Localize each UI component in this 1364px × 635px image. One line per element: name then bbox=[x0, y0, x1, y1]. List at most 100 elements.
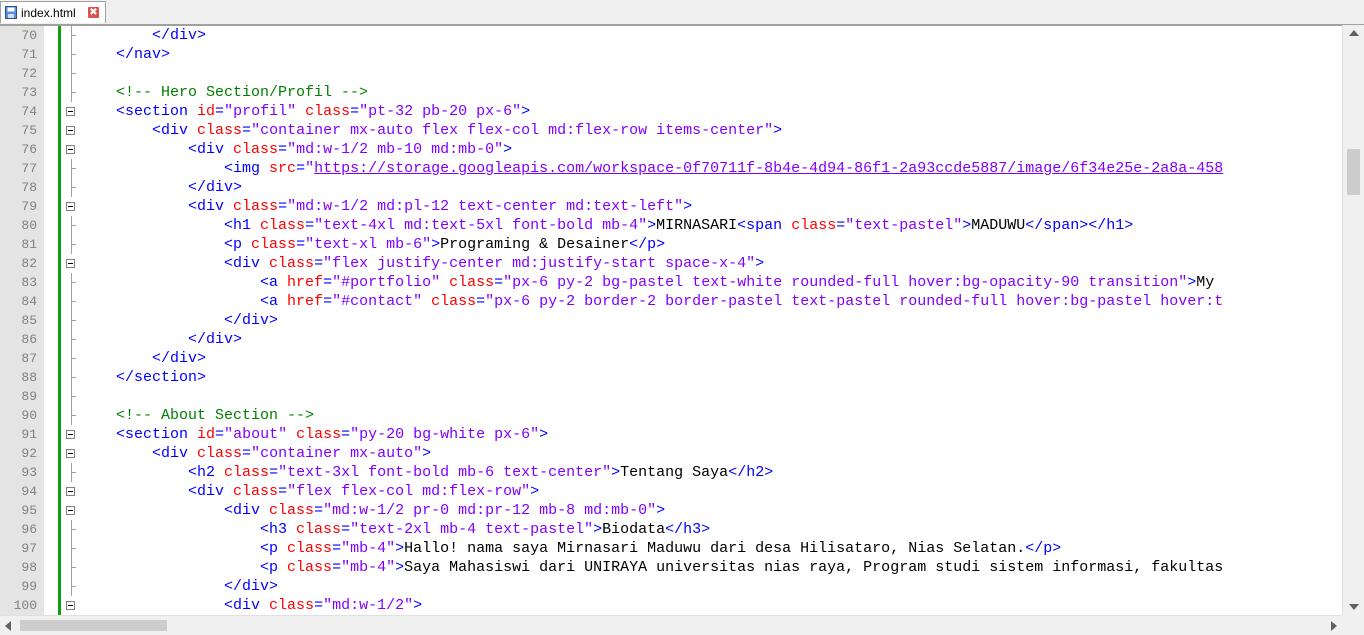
code-line[interactable]: </div> bbox=[80, 330, 242, 349]
code-line[interactable]: <div class="md:w-1/2 md:pl-12 text-cente… bbox=[80, 197, 692, 216]
code-line[interactable]: <div class="container mx-auto"> bbox=[80, 444, 431, 463]
line-number: 80 bbox=[21, 218, 37, 233]
code-line[interactable]: </div> bbox=[80, 178, 242, 197]
code-token: href bbox=[287, 293, 324, 310]
code-token: <p bbox=[260, 540, 288, 557]
code-line[interactable]: </div> bbox=[80, 349, 206, 368]
line-number: 96 bbox=[21, 522, 37, 537]
code-token: "md:w-1/2 md:pl-12 text-center md:text-l… bbox=[287, 198, 684, 215]
code-token: class bbox=[233, 141, 279, 158]
code-token: "px-6 py-2 border-2 border-pastel text-p… bbox=[485, 293, 1224, 310]
code-line[interactable]: <div class="flex flex-col md:flex-row"> bbox=[80, 482, 539, 501]
code-line[interactable]: <p class="mb-4">Saya Mahasiswi dari UNIR… bbox=[80, 558, 1223, 577]
vertical-scroll-thumb[interactable] bbox=[1347, 149, 1360, 195]
horizontal-scrollbar[interactable] bbox=[0, 615, 1364, 635]
code-line[interactable]: <p class="text-xl mb-6">Programing & Des… bbox=[80, 235, 665, 254]
line-number: 100 bbox=[13, 598, 37, 613]
scroll-left-icon[interactable] bbox=[5, 621, 11, 631]
fold-guide-tick bbox=[71, 567, 76, 568]
tab-index-html[interactable]: index.html ✖ bbox=[0, 1, 106, 23]
horizontal-scroll-thumb[interactable] bbox=[20, 620, 167, 631]
code-line[interactable]: <img src="https://storage.googleapis.com… bbox=[80, 159, 1223, 178]
fold-guide-tick bbox=[71, 377, 76, 378]
line-number: 76 bbox=[21, 142, 37, 157]
code-token: <a bbox=[260, 274, 288, 291]
code-line[interactable]: <!-- Hero Section/Profil --> bbox=[80, 83, 368, 102]
code-line[interactable]: <div class="md:w-1/2"> bbox=[80, 596, 422, 615]
code-line[interactable]: </div> bbox=[80, 577, 278, 596]
fold-collapse-icon[interactable] bbox=[66, 487, 75, 496]
code-token: </p> bbox=[629, 236, 666, 253]
code-line[interactable]: <h2 class="text-3xl font-bold mb-6 text-… bbox=[80, 463, 773, 482]
code-token: class bbox=[269, 502, 315, 519]
line-number: 93 bbox=[21, 465, 37, 480]
code-token: </div> bbox=[188, 179, 243, 196]
code-line[interactable]: <div class="flex justify-center md:justi… bbox=[80, 254, 764, 273]
code-line[interactable]: <h1 class="text-4xl md:text-5xl font-bol… bbox=[80, 216, 1133, 235]
line-number: 95 bbox=[21, 503, 37, 518]
line-number: 82 bbox=[21, 256, 37, 271]
fold-collapse-icon[interactable] bbox=[66, 259, 75, 268]
code-line[interactable]: </div> bbox=[80, 311, 278, 330]
fold-collapse-icon[interactable] bbox=[66, 430, 75, 439]
code-token: = bbox=[278, 141, 288, 158]
code-line[interactable]: </div> bbox=[80, 26, 206, 45]
code-token: <div bbox=[188, 198, 234, 215]
code-token: = bbox=[341, 426, 351, 443]
line-number: 74 bbox=[21, 104, 37, 119]
fold-guide-tick bbox=[71, 35, 76, 36]
code-token: "text-4xl md:text-5xl font-bold mb-4" bbox=[314, 217, 648, 234]
line-number: 71 bbox=[21, 47, 37, 62]
code-line[interactable]: <div class="container mx-auto flex flex-… bbox=[80, 121, 782, 140]
code-token: <div bbox=[224, 502, 270, 519]
fold-collapse-icon[interactable] bbox=[66, 506, 75, 515]
code-token: "py-20 bg-white px-6" bbox=[350, 426, 540, 443]
code-token: class bbox=[287, 540, 333, 557]
code-token: class bbox=[233, 483, 279, 500]
code-line[interactable]: <a href="#portfolio" class="px-6 py-2 bg… bbox=[80, 273, 1214, 292]
code-token: "flex flex-col md:flex-row" bbox=[287, 483, 531, 500]
code-line[interactable]: <section id="profil" class="pt-32 pb-20 … bbox=[80, 102, 530, 121]
code-line[interactable]: <a href="#contact" class="px-6 py-2 bord… bbox=[80, 292, 1223, 311]
code-token: "text-pastel" bbox=[845, 217, 963, 234]
code-token: class bbox=[269, 255, 315, 272]
code-editor[interactable]: 70 71 72 73 74 75 76 77 78 79 80 81 82 83 84 85 86 87 88 89… bbox=[0, 25, 1364, 616]
fold-collapse-icon[interactable] bbox=[66, 449, 75, 458]
fold-guide-tick bbox=[71, 187, 76, 188]
code-line[interactable]: </nav> bbox=[80, 45, 170, 64]
vertical-scrollbar[interactable] bbox=[1342, 25, 1364, 615]
scroll-down-icon[interactable] bbox=[1349, 604, 1359, 610]
code-line[interactable]: <h3 class="text-2xl mb-4 text-pastel">Bi… bbox=[80, 520, 710, 539]
code-token: = bbox=[305, 217, 315, 234]
fold-collapse-icon[interactable] bbox=[66, 107, 75, 116]
line-number: 85 bbox=[21, 313, 37, 328]
code-area[interactable]: </div> </nav> <!-- Hero Section/Profil -… bbox=[80, 26, 1342, 616]
code-line[interactable]: <div class="md:w-1/2 pr-0 md:pr-12 mb-8 … bbox=[80, 501, 665, 520]
code-token: Hallo! nama saya Mirnasari Maduwu dari d… bbox=[404, 540, 1026, 557]
scroll-up-icon[interactable] bbox=[1349, 30, 1359, 36]
close-tab-icon[interactable]: ✖ bbox=[88, 7, 99, 18]
code-token: "pt-32 pb-20 px-6" bbox=[359, 103, 522, 120]
code-token: > bbox=[683, 198, 693, 215]
fold-guide-tick bbox=[71, 339, 76, 340]
code-token: class bbox=[260, 217, 306, 234]
code-line[interactable]: <p class="mb-4">Hallo! nama saya Mirnasa… bbox=[80, 539, 1061, 558]
fold-collapse-icon[interactable] bbox=[66, 126, 75, 135]
fold-collapse-icon[interactable] bbox=[66, 601, 75, 610]
code-line[interactable]: <!-- About Section --> bbox=[80, 406, 314, 425]
fold-collapse-icon[interactable] bbox=[66, 202, 75, 211]
code-token: class bbox=[449, 274, 495, 291]
code-line[interactable]: <div class="md:w-1/2 mb-10 md:mb-0"> bbox=[80, 140, 512, 159]
code-token: "md:w-1/2 mb-10 md:mb-0" bbox=[287, 141, 504, 158]
code-line[interactable]: </section> bbox=[80, 368, 206, 387]
fold-guide-tick bbox=[71, 320, 76, 321]
code-token: </div> bbox=[224, 312, 279, 329]
code-line[interactable]: <section id="about" class="py-20 bg-whit… bbox=[80, 425, 548, 444]
scroll-right-icon[interactable] bbox=[1331, 621, 1337, 631]
fold-collapse-icon[interactable] bbox=[66, 145, 75, 154]
